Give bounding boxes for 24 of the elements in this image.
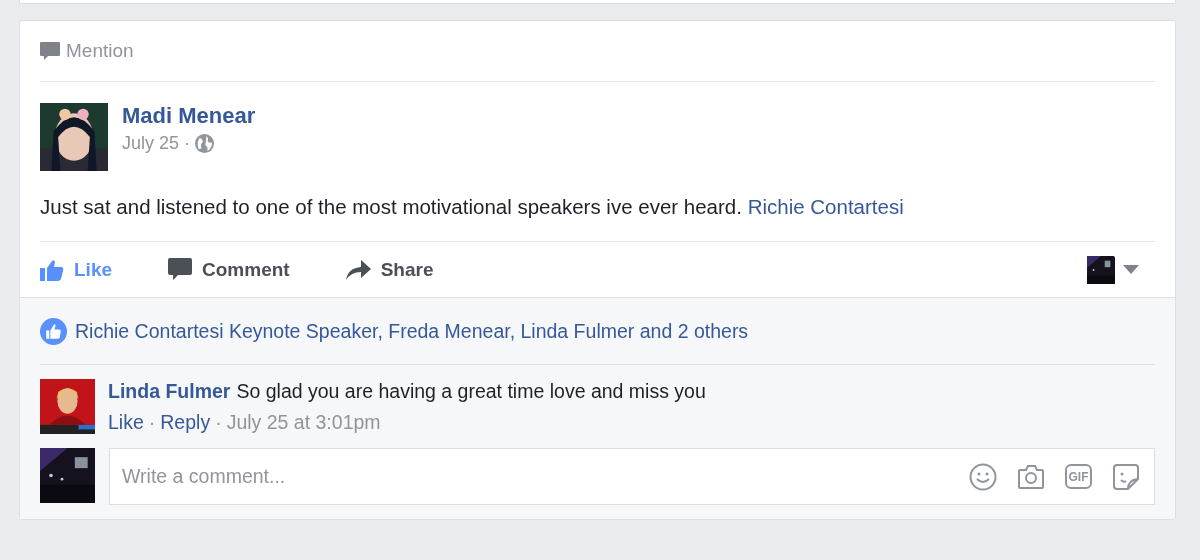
commenter-name[interactable]: Linda Fulmer (108, 380, 231, 402)
separator-dot: · (148, 411, 156, 433)
story-type-label: Mention (66, 40, 134, 62)
reply-link[interactable]: Reply (160, 411, 211, 433)
separator-dot: · (184, 133, 191, 154)
share-button[interactable]: Share (345, 258, 434, 281)
comment-text: So glad you are having a great time love and miss you (236, 380, 706, 402)
thumbs-up-icon (40, 258, 64, 281)
post-text: Just sat and listened to one of the most motivational speakers ive ever heard. Richie Contartesi (40, 195, 1155, 242)
likes-summary[interactable]: Richie Contartesi Keynote Speaker, Freda Menear, Linda Fulmer and 2 others (75, 319, 749, 343)
comment-button[interactable]: Comment (168, 258, 290, 281)
separator-dot: · (215, 411, 222, 433)
speech-bubble-icon (168, 258, 193, 281)
mention-link[interactable]: Richie Contartesi (747, 195, 904, 218)
like-link[interactable]: Like (108, 411, 144, 433)
smiley-icon[interactable] (969, 462, 997, 491)
speech-bubble-icon (40, 41, 60, 61)
sticker-icon[interactable] (1112, 462, 1140, 491)
share-arrow-icon (345, 259, 371, 280)
like-badge-icon (40, 317, 67, 345)
author-name[interactable]: Madi Menear (122, 103, 256, 129)
caret-icon (1123, 265, 1139, 274)
identity-selector[interactable] (1087, 255, 1139, 284)
camera-icon[interactable] (1017, 462, 1045, 491)
